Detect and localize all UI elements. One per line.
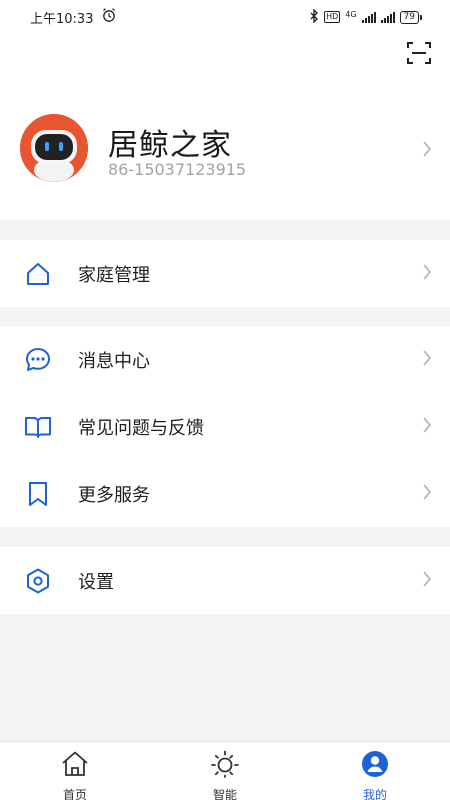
services-card: 消息中心 常见问题与反馈 更多服务	[0, 326, 450, 527]
menu-label-family: 家庭管理	[78, 264, 150, 286]
battery-level: 79	[399, 10, 419, 24]
settings-card: 设置	[0, 547, 450, 614]
chat-bubble-icon	[24, 346, 52, 374]
chevron-right-icon	[422, 416, 432, 438]
tab-mine[interactable]: 我的	[300, 742, 450, 800]
chevron-right-icon	[422, 349, 432, 371]
family-card: 家庭管理	[0, 240, 450, 307]
profile-header: 居鲸之家 86-15037123915	[0, 34, 450, 220]
bottom-tab-bar: 首页 智能 我的	[0, 741, 450, 800]
tab-home[interactable]: 首页	[0, 742, 150, 800]
chevron-right-icon[interactable]	[422, 140, 432, 162]
battery-icon: 79	[399, 10, 422, 24]
alarm-icon	[101, 7, 117, 27]
profile-name: 居鲸之家	[108, 128, 232, 163]
tab-smart[interactable]: 智能	[150, 742, 300, 800]
menu-label-settings: 设置	[78, 571, 114, 593]
tab-label-home: 首页	[62, 788, 87, 800]
avatar[interactable]	[20, 114, 88, 182]
bluetooth-icon	[309, 7, 319, 26]
tab-label-mine: 我的	[362, 788, 387, 800]
menu-item-faq[interactable]: 常见问题与反馈	[0, 393, 450, 460]
menu-item-settings[interactable]: 设置	[0, 547, 450, 614]
menu-label-more-services: 更多服务	[78, 484, 150, 506]
chevron-right-icon	[422, 263, 432, 285]
signal-icon-2	[380, 11, 395, 23]
menu-item-messages[interactable]: 消息中心	[0, 326, 450, 393]
profile-phone: 86-15037123915	[108, 160, 247, 179]
signal-icon	[361, 11, 376, 23]
bookmark-icon	[24, 480, 52, 508]
settings-hexagon-icon	[24, 567, 52, 595]
home-icon	[60, 750, 90, 782]
book-icon	[24, 413, 52, 441]
status-right: HD 4G 79	[309, 7, 422, 26]
menu-label-messages: 消息中心	[78, 350, 150, 372]
menu-item-more-services[interactable]: 更多服务	[0, 460, 450, 527]
scan-icon[interactable]	[406, 40, 432, 66]
tab-label-smart: 智能	[212, 788, 237, 800]
hd-badge: HD	[324, 11, 341, 23]
sun-icon	[210, 750, 240, 782]
chevron-right-icon	[422, 570, 432, 592]
status-bar: 上午10:33 HD 4G 79	[0, 0, 450, 34]
menu-label-faq: 常见问题与反馈	[78, 417, 204, 439]
user-icon	[360, 750, 390, 782]
menu-item-family[interactable]: 家庭管理	[0, 240, 450, 307]
status-time: 上午10:33	[30, 11, 94, 27]
chevron-right-icon	[422, 483, 432, 505]
status-left: 上午10:33	[30, 7, 117, 27]
home-icon	[24, 260, 52, 288]
network-type: 4G	[345, 9, 357, 19]
